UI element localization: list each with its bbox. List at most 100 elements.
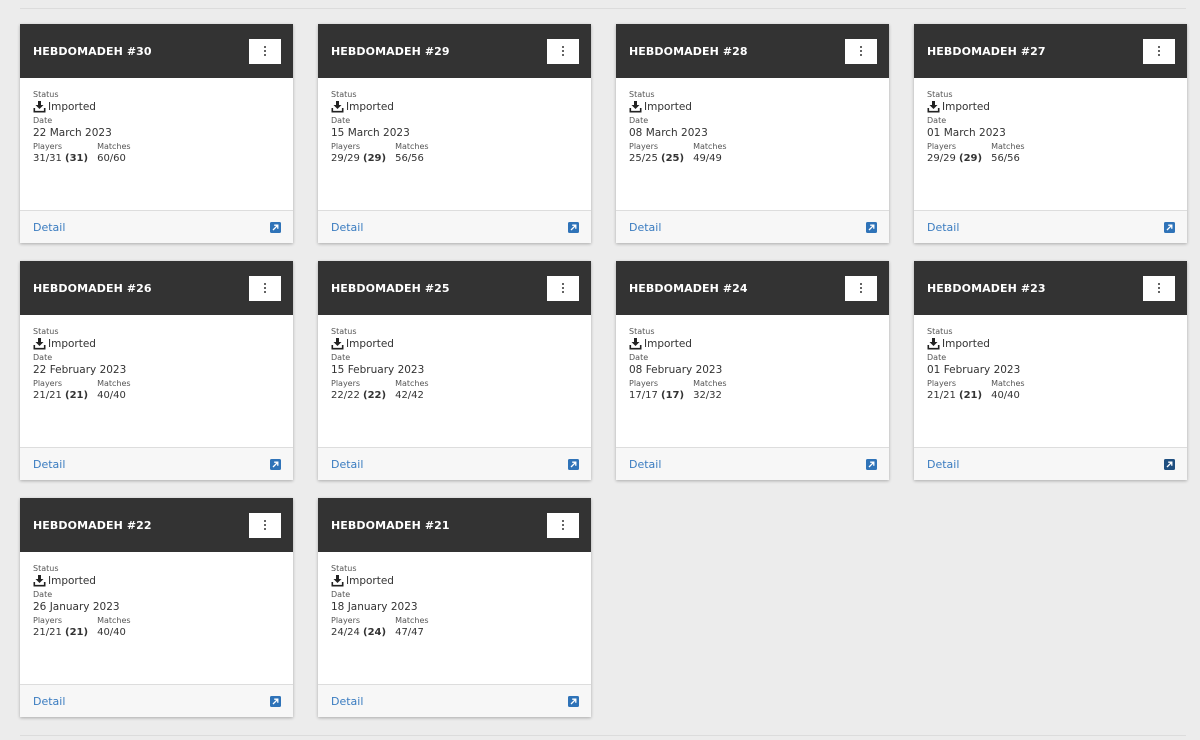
date-value: 15 February 2023 xyxy=(331,364,425,376)
card-menu-button[interactable] xyxy=(249,512,281,538)
matches-label: Matches xyxy=(395,379,429,388)
more-vert-icon xyxy=(1157,282,1161,294)
matches-label: Matches xyxy=(97,142,131,151)
card-header: HEBDOMADEH #28 xyxy=(616,24,889,78)
tournament-card: HEBDOMADEH #23 Status Imported Date 01 F… xyxy=(914,261,1187,480)
card-title: HEBDOMADEH #24 xyxy=(629,281,748,295)
players-label: Players xyxy=(331,616,361,625)
status-text: Imported xyxy=(644,101,692,113)
card-title: HEBDOMADEH #27 xyxy=(927,44,1046,58)
open-external-icon[interactable] xyxy=(866,458,877,470)
matches-value: 40/40 xyxy=(97,627,126,638)
card-body: Status Imported Date 15 March 2023 Playe… xyxy=(318,78,591,210)
open-external-icon[interactable] xyxy=(270,221,281,233)
detail-link[interactable]: Detail xyxy=(927,221,959,234)
status-label: Status xyxy=(927,327,953,336)
card-footer: Detail xyxy=(20,210,293,243)
open-external-icon[interactable] xyxy=(1164,221,1175,233)
download-icon xyxy=(331,101,344,113)
matches-value: 47/47 xyxy=(395,627,424,638)
card-menu-button[interactable] xyxy=(845,275,877,301)
date-label: Date xyxy=(629,116,649,125)
matches-stat: Matches 42/42 xyxy=(395,379,429,405)
open-external-icon[interactable] xyxy=(568,458,579,470)
detail-link[interactable]: Detail xyxy=(629,221,661,234)
detail-link[interactable]: Detail xyxy=(33,458,65,471)
status-label: Status xyxy=(629,327,655,336)
date-label: Date xyxy=(927,353,947,362)
card-menu-button[interactable] xyxy=(845,38,877,64)
date-value: 15 March 2023 xyxy=(331,127,410,139)
card-menu-button[interactable] xyxy=(547,38,579,64)
players-count: 24/24 xyxy=(331,627,360,638)
date-value: 22 March 2023 xyxy=(33,127,112,139)
players-count: 31/31 xyxy=(33,153,62,164)
detail-link[interactable]: Detail xyxy=(33,695,65,708)
detail-link[interactable]: Detail xyxy=(33,221,65,234)
detail-link[interactable]: Detail xyxy=(629,458,661,471)
card-title: HEBDOMADEH #25 xyxy=(331,281,450,295)
card-menu-button[interactable] xyxy=(1143,275,1175,301)
download-icon xyxy=(33,575,46,587)
players-stat: Players 25/25 (25) xyxy=(629,142,684,168)
detail-link[interactable]: Detail xyxy=(331,221,363,234)
tournament-card: HEBDOMADEH #28 Status Imported Date 08 M… xyxy=(616,24,889,243)
players-label: Players xyxy=(927,379,957,388)
detail-link[interactable]: Detail xyxy=(927,458,959,471)
status-text: Imported xyxy=(346,101,394,113)
matches-value: 56/56 xyxy=(991,153,1020,164)
date-value: 08 March 2023 xyxy=(629,127,708,139)
card-title: HEBDOMADEH #23 xyxy=(927,281,1046,295)
matches-value: 49/49 xyxy=(693,153,722,164)
players-count: 25/25 xyxy=(629,153,658,164)
card-menu-button[interactable] xyxy=(249,38,281,64)
open-external-icon[interactable] xyxy=(568,221,579,233)
open-external-icon[interactable] xyxy=(1164,458,1175,470)
status-text: Imported xyxy=(48,338,96,350)
players-total: (31) xyxy=(65,153,89,164)
date-label: Date xyxy=(33,116,53,125)
players-stat: Players 21/21 (21) xyxy=(33,379,88,405)
players-total: (29) xyxy=(363,153,387,164)
date-value: 01 March 2023 xyxy=(927,127,1006,139)
card-menu-button[interactable] xyxy=(1143,38,1175,64)
status-label: Status xyxy=(33,327,59,336)
card-menu-button[interactable] xyxy=(547,512,579,538)
card-menu-button[interactable] xyxy=(547,275,579,301)
open-external-icon[interactable] xyxy=(568,695,579,707)
stats-row: Players 29/29 (29) Matches 56/56 xyxy=(927,142,1174,168)
stats-row: Players 29/29 (29) Matches 56/56 xyxy=(331,142,578,168)
players-stat: Players 17/17 (17) xyxy=(629,379,684,405)
more-vert-icon xyxy=(263,45,267,57)
matches-stat: Matches 47/47 xyxy=(395,616,429,642)
detail-link[interactable]: Detail xyxy=(331,695,363,708)
card-title: HEBDOMADEH #26 xyxy=(33,281,152,295)
card-menu-button[interactable] xyxy=(249,275,281,301)
more-vert-icon xyxy=(561,45,565,57)
open-external-icon[interactable] xyxy=(270,458,281,470)
more-vert-icon xyxy=(859,282,863,294)
status-text: Imported xyxy=(48,575,96,587)
players-label: Players xyxy=(331,379,361,388)
players-total: (21) xyxy=(959,390,983,401)
card-footer: Detail xyxy=(616,210,889,243)
open-external-icon[interactable] xyxy=(866,221,877,233)
stats-row: Players 21/21 (21) Matches 40/40 xyxy=(33,379,280,405)
players-count: 21/21 xyxy=(33,627,62,638)
card-header: HEBDOMADEH #30 xyxy=(20,24,293,78)
status-value: Imported xyxy=(629,337,876,351)
matches-label: Matches xyxy=(97,379,131,388)
stats-row: Players 25/25 (25) Matches 49/49 xyxy=(629,142,876,168)
tournament-card: HEBDOMADEH #26 Status Imported Date 22 F… xyxy=(20,261,293,480)
tournament-card: HEBDOMADEH #22 Status Imported Date 26 J… xyxy=(20,498,293,717)
tournament-card-grid: HEBDOMADEH #30 Status Imported Date 22 M… xyxy=(20,24,1187,717)
card-footer: Detail xyxy=(616,447,889,480)
tournament-card: HEBDOMADEH #29 Status Imported Date 15 M… xyxy=(318,24,591,243)
detail-link[interactable]: Detail xyxy=(331,458,363,471)
status-value: Imported xyxy=(33,337,280,351)
matches-label: Matches xyxy=(693,379,727,388)
open-external-icon[interactable] xyxy=(270,695,281,707)
status-text: Imported xyxy=(48,101,96,113)
date-label: Date xyxy=(331,353,351,362)
card-body: Status Imported Date 08 February 2023 Pl… xyxy=(616,315,889,447)
